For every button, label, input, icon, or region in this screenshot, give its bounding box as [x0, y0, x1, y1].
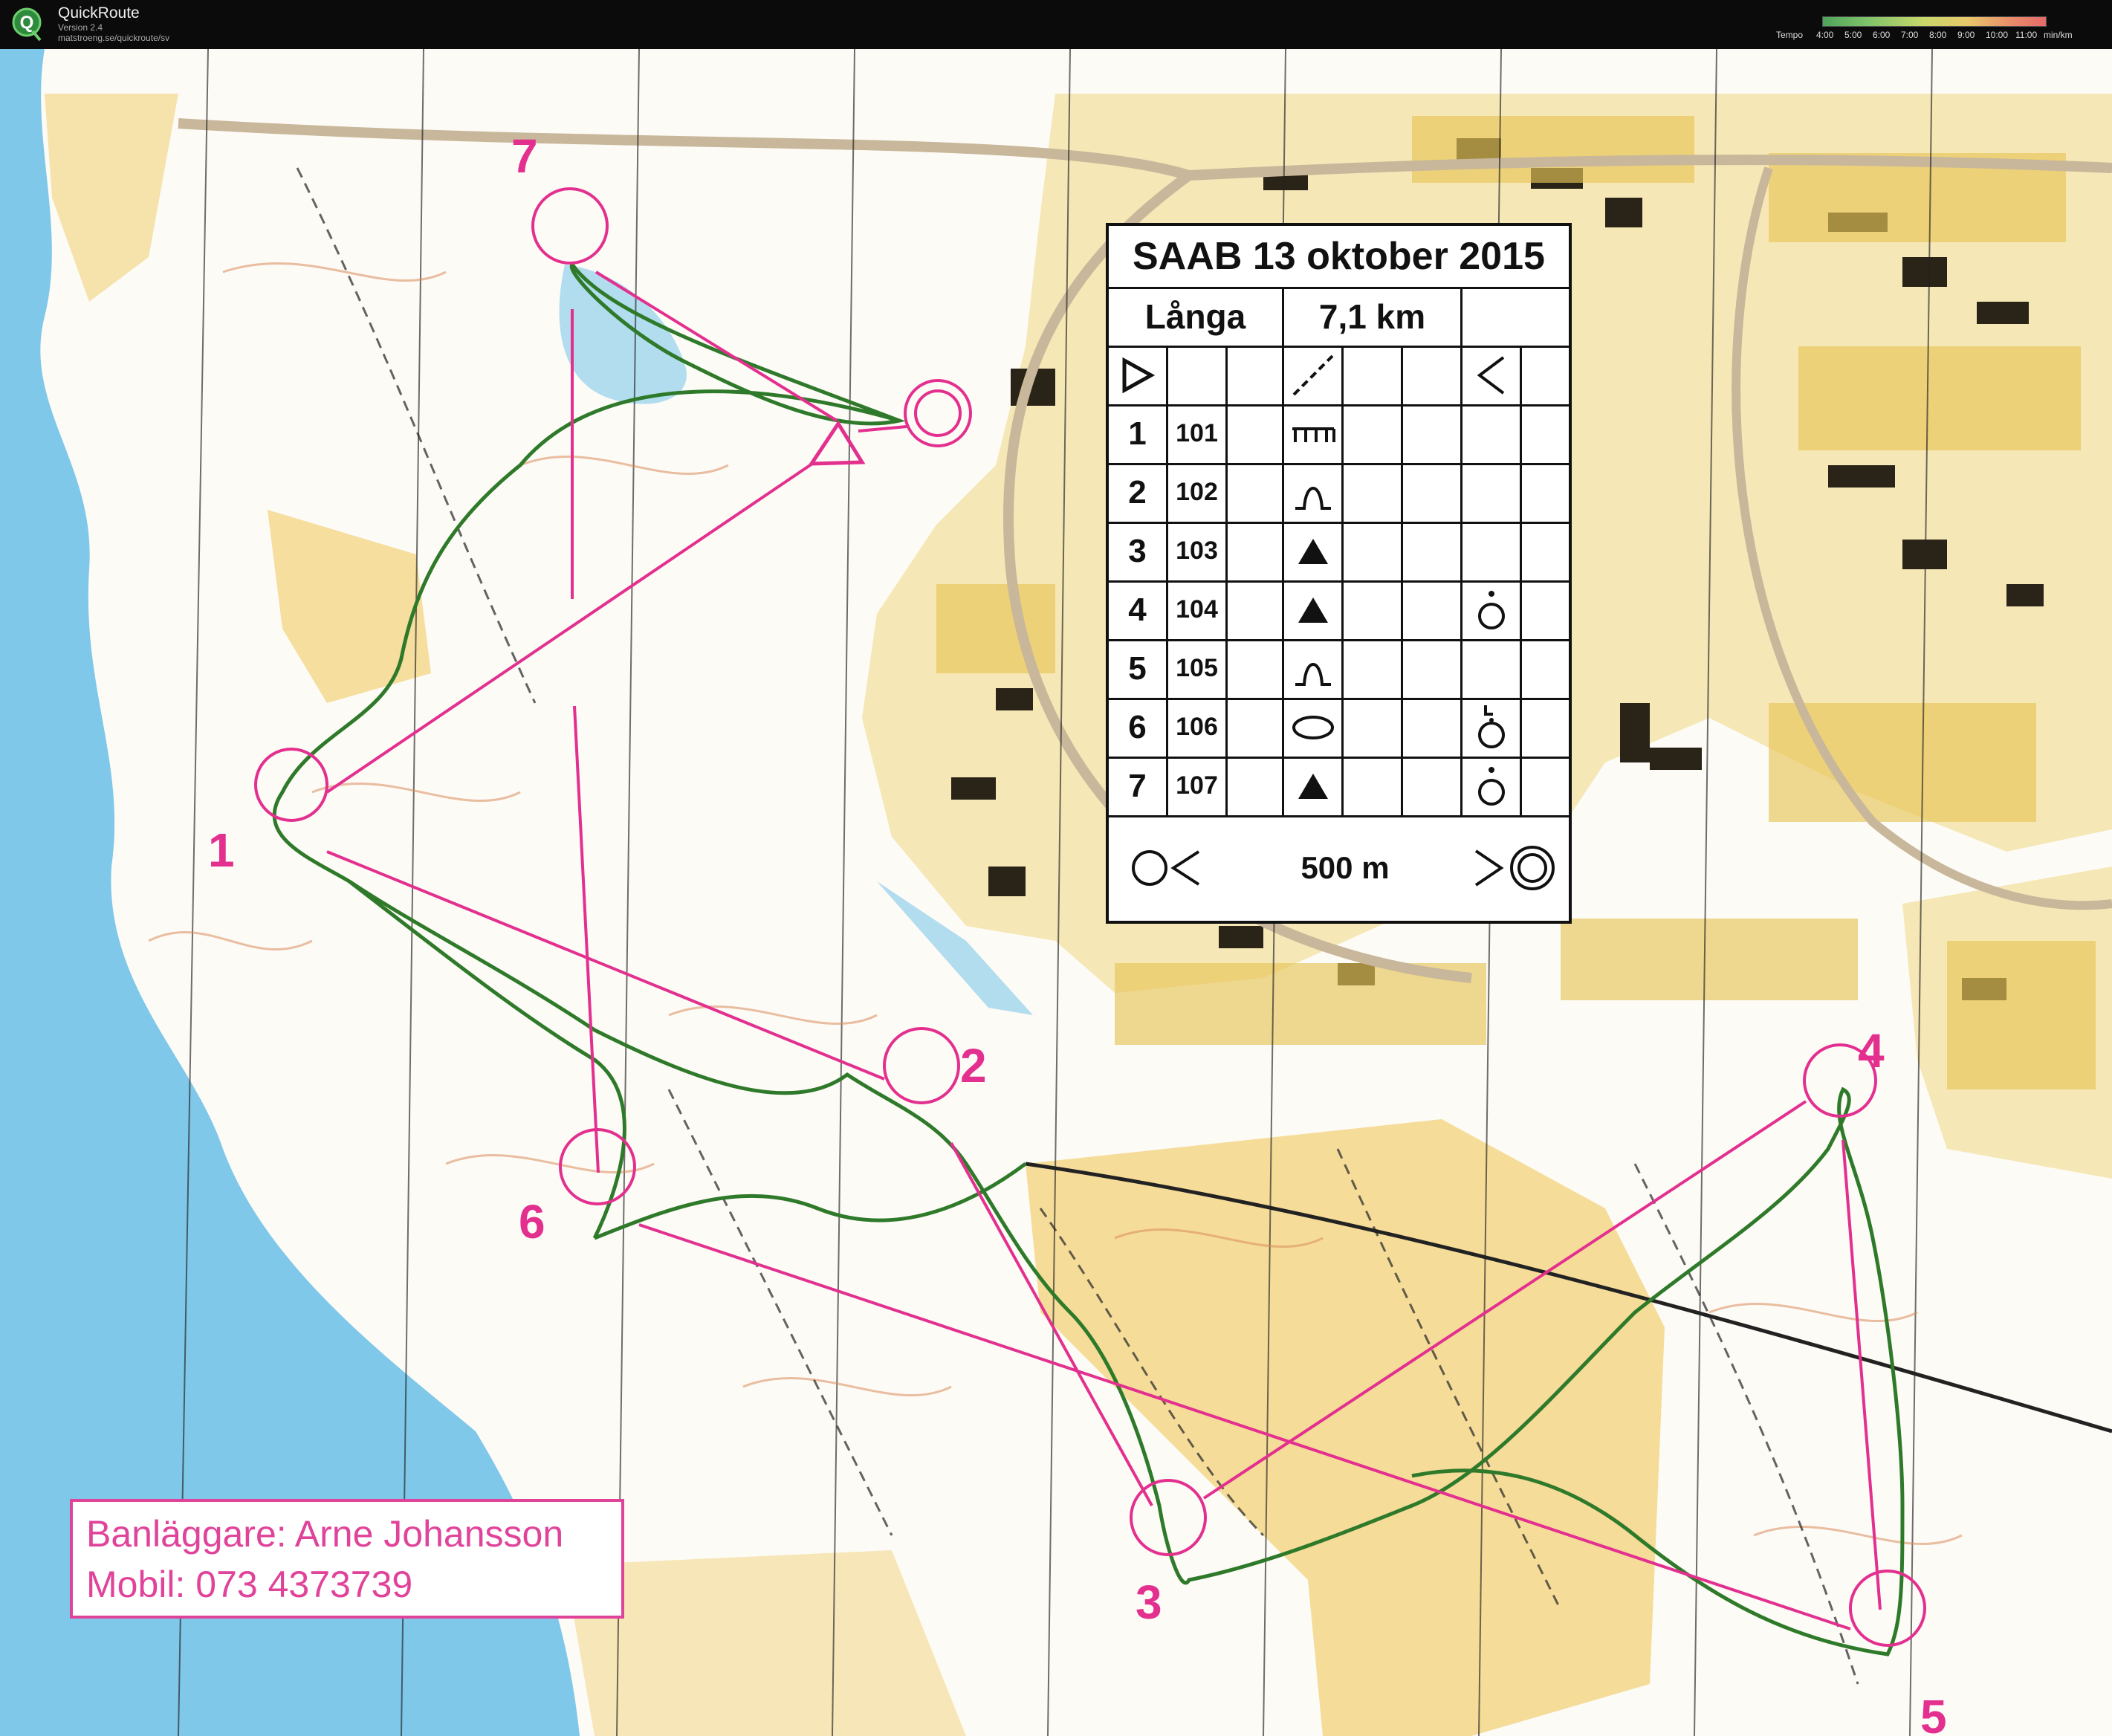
foot-icon [1477, 766, 1505, 806]
control-label-6: 6 [519, 1195, 545, 1248]
wall-comb-icon [1292, 427, 1335, 442]
control-number: 5 [1109, 639, 1168, 698]
finish-distance: 500 m [1300, 850, 1390, 885]
course-name: Långa [1109, 287, 1284, 346]
control-code: 103 [1168, 522, 1228, 580]
planner-name: Banläggare: Arne Johansson [86, 1513, 564, 1555]
control-code: 106 [1168, 698, 1228, 757]
control-row: 3 103 [1109, 522, 1569, 583]
ellipse-icon [1292, 715, 1334, 739]
tempo-label: Tempo [1776, 30, 1804, 40]
app-url: matstroeng.se/quickroute/sv [58, 33, 170, 43]
tempo-tick: 4:00 [1816, 30, 1834, 40]
knoll-icon [1295, 486, 1331, 510]
course-title: SAAB 13 oktober 2015 [1109, 226, 1569, 289]
start-triangle-icon [1122, 357, 1155, 393]
planner-phone: Mobil: 073 4373739 [86, 1564, 413, 1605]
app-title: QuickRoute [58, 4, 140, 22]
quickroute-logo-icon: Q [12, 7, 42, 42]
finish-row: 500 m [1109, 815, 1569, 921]
control-number: 7 [1109, 757, 1168, 815]
finish-start-marker-icon [1132, 850, 1200, 886]
control-number: 4 [1109, 580, 1168, 639]
control-code: 102 [1168, 463, 1228, 522]
control-row: 4 104 [1109, 580, 1569, 641]
control-row: 6 106 [1109, 698, 1569, 759]
control-row: 2 102 [1109, 463, 1569, 524]
orienteering-map[interactable]: 1 2 3 4 5 6 7 [0, 49, 2112, 1736]
control-label-3: 3 [1136, 1575, 1162, 1629]
start-row [1109, 346, 1569, 407]
knoll-icon [1295, 662, 1331, 686]
svg-text:Q: Q [20, 13, 34, 33]
control-code: 104 [1168, 580, 1228, 639]
foot-icon [1477, 590, 1505, 629]
title-bar: Q QuickRoute Version 2.4 matstroeng.se/q… [0, 0, 2112, 49]
control-row: 7 107 [1109, 757, 1569, 817]
crossing-line-icon [1292, 354, 1333, 395]
control-number: 6 [1109, 698, 1168, 757]
tempo-tick: 10:00 [1986, 30, 2009, 40]
direction-angle-icon [1477, 355, 1504, 395]
control-code: 107 [1168, 757, 1228, 815]
control-number: 2 [1109, 463, 1168, 522]
control-label-7: 7 [511, 129, 538, 183]
tempo-tick: 11:00 [2015, 30, 2038, 40]
tempo-tick: 6:00 [1873, 30, 1891, 40]
finish-circle-icon [1474, 846, 1555, 890]
tempo-color-bar [1822, 16, 2047, 27]
course-length: 7,1 km [1284, 287, 1462, 346]
course-header-row: Långa 7,1 km [1109, 287, 1569, 348]
control-description-table: SAAB 13 oktober 2015 Långa 7,1 km 1 101 [1106, 223, 1572, 924]
course-planner-box: Banläggare: Arne Johansson Mobil: 073 43… [70, 1499, 624, 1619]
foot-L-icon [1477, 705, 1505, 748]
control-code: 105 [1168, 639, 1228, 698]
app-version: Version 2.4 [58, 22, 103, 33]
tempo-tick: 5:00 [1844, 30, 1862, 40]
control-label-4: 4 [1858, 1024, 1885, 1078]
tempo-tick: 9:00 [1957, 30, 1975, 40]
control-number: 1 [1109, 404, 1168, 463]
control-label-2: 2 [960, 1039, 987, 1092]
control-label-1: 1 [208, 823, 235, 877]
tempo-ticks: 4:00 5:00 6:00 7:00 8:00 9:00 10:00 11:0… [1816, 30, 2061, 42]
triangle-icon [1298, 597, 1328, 623]
tempo-tick: 7:00 [1901, 30, 1919, 40]
tempo-tick: 8:00 [1929, 30, 1947, 40]
control-row: 5 105 [1109, 639, 1569, 700]
control-label-5: 5 [1920, 1690, 1947, 1736]
control-row: 1 101 [1109, 404, 1569, 465]
tempo-unit: min/km [2044, 30, 2073, 40]
tempo-legend: Tempo 4:00 5:00 6:00 7:00 8:00 9:00 10:0… [1776, 13, 2103, 43]
triangle-icon [1298, 538, 1328, 564]
triangle-icon [1298, 773, 1328, 799]
control-number: 3 [1109, 522, 1168, 580]
control-code: 101 [1168, 404, 1228, 463]
